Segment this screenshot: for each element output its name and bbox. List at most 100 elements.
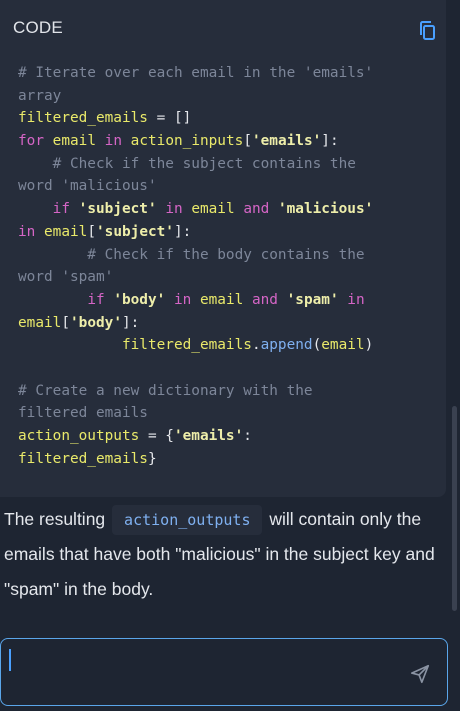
code-line: # Iterate over each email in the 'emails…	[18, 62, 438, 85]
code-token: email	[321, 337, 365, 354]
code-token: :	[243, 428, 252, 444]
code-token: and	[251, 291, 278, 308]
code-token: email	[44, 223, 88, 240]
code-token: [	[61, 314, 70, 331]
code-line: word 'malicious'	[18, 175, 438, 198]
code-token: ]:	[321, 133, 339, 150]
code-token: ]:	[121, 314, 140, 331]
code-block: CODE # Iterate over each email in the 'e…	[0, 0, 446, 497]
send-button[interactable]	[409, 663, 431, 685]
code-line: array	[18, 85, 438, 108]
code-token: .	[251, 337, 261, 354]
code-token: 'body'	[70, 314, 122, 331]
code-token: # Check if the subject contains the	[18, 155, 356, 172]
code-token: in	[347, 291, 365, 308]
code-token: 'subject'	[96, 223, 174, 240]
code-token: = []	[147, 110, 192, 127]
code-token: action_inputs	[130, 133, 244, 150]
code-token: = {	[139, 428, 174, 444]
code-token: in	[173, 291, 192, 308]
code-line: # Create a new dictionary with the	[18, 380, 438, 403]
code-line: filtered emails	[18, 402, 438, 425]
code-token: and	[243, 201, 270, 218]
code-token: 'emails'	[251, 133, 322, 150]
code-token: )	[364, 337, 374, 354]
code-token: append	[260, 337, 313, 354]
answer-prefix: The resulting	[4, 509, 106, 529]
code-token: in	[18, 223, 36, 240]
code-line: filtered_emails.append(email)	[18, 334, 438, 357]
copy-button[interactable]	[418, 20, 438, 42]
code-token: [	[243, 133, 252, 150]
code-token: in	[165, 201, 183, 218]
code-token: 'body'	[113, 291, 166, 308]
code-token: email	[191, 201, 235, 218]
code-token: if	[52, 201, 70, 218]
code-line: email['body']:	[18, 312, 438, 335]
code-token: filtered_emails	[18, 450, 148, 467]
send-icon	[410, 664, 430, 684]
code-token: 'subject'	[78, 201, 157, 218]
code-token: 'spam'	[286, 291, 339, 308]
scrollbar-thumb[interactable]	[452, 406, 457, 611]
code-token: 'emails'	[173, 428, 244, 444]
code-token: # Iterate over each email in the 'emails…	[18, 65, 374, 81]
code-line: filtered_emails}	[18, 448, 438, 471]
code-token: email	[18, 314, 62, 331]
inline-code: action_outputs	[112, 505, 263, 535]
code-token: filtered_emails	[18, 110, 148, 127]
code-token: # Create a new dictionary with the	[18, 382, 313, 399]
code-token: if	[87, 291, 105, 308]
code-token: (	[312, 337, 322, 354]
code-line: for email in action_inputs['emails']:	[18, 130, 438, 153]
code-token: [	[87, 223, 96, 240]
message-input[interactable]	[15, 647, 399, 675]
code-token: ]:	[173, 223, 192, 240]
code-token: for	[18, 133, 44, 150]
code-token: array	[18, 87, 62, 104]
code-line: if 'subject' in email and 'malicious'	[18, 198, 438, 221]
code-token: filtered_emails	[121, 337, 252, 354]
copy-icon	[420, 21, 435, 40]
message-input-box[interactable]	[0, 638, 448, 706]
code-line: # Check if the subject contains the	[18, 153, 438, 176]
code-token: in	[104, 133, 122, 150]
code-line: if 'body' in email and 'spam' in	[18, 289, 438, 312]
code-line: word 'spam'	[18, 266, 438, 289]
code-token: 'malicious'	[277, 201, 374, 218]
code-token: # Check if the body contains the	[18, 246, 365, 263]
code-token: filtered emails	[18, 405, 148, 422]
answer-text: The resulting action_outputs will contai…	[4, 502, 444, 607]
text-caret	[9, 649, 11, 671]
code-block-header: CODE	[13, 18, 63, 37]
code-token: word 'malicious'	[18, 178, 157, 195]
code-line: in email['subject']:	[18, 221, 438, 244]
code-token: email	[199, 291, 244, 308]
code-token: word 'spam'	[18, 269, 114, 286]
code-token: email	[52, 133, 96, 150]
code-line: filtered_emails = []	[18, 107, 438, 130]
code-line: action_outputs = {'emails':	[18, 425, 438, 448]
code-token: }	[147, 450, 157, 467]
code-content: # Iterate over each email in the 'emails…	[18, 62, 438, 470]
code-token: action_outputs	[18, 428, 140, 444]
